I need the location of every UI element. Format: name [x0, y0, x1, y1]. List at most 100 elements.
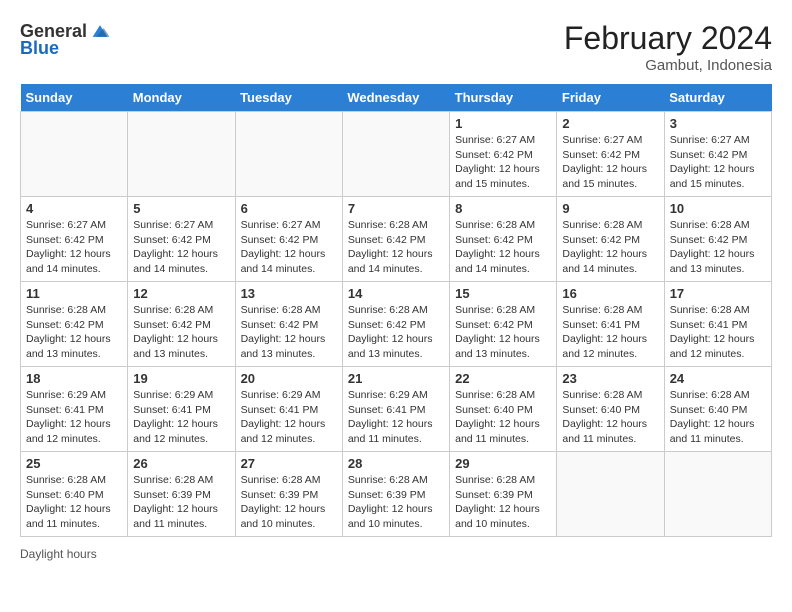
- day-number: 17: [670, 286, 766, 301]
- calendar-day-cell: 3 Sunrise: 6:27 AM Sunset: 6:42 PM Daylig…: [664, 112, 771, 197]
- calendar-day-cell: 8 Sunrise: 6:28 AM Sunset: 6:42 PM Daylig…: [450, 197, 557, 282]
- day-number: 14: [348, 286, 444, 301]
- col-header-sunday: Sunday: [21, 84, 128, 112]
- day-number: 3: [670, 116, 766, 131]
- calendar-day-cell: [664, 452, 771, 537]
- calendar-week-row: 4 Sunrise: 6:27 AM Sunset: 6:42 PM Daylig…: [21, 197, 772, 282]
- day-number: 19: [133, 371, 229, 386]
- calendar-day-cell: 15 Sunrise: 6:28 AM Sunset: 6:42 PM Dayli…: [450, 282, 557, 367]
- col-header-friday: Friday: [557, 84, 664, 112]
- day-number: 28: [348, 456, 444, 471]
- calendar-day-cell: 22 Sunrise: 6:28 AM Sunset: 6:40 PM Dayli…: [450, 367, 557, 452]
- logo-blue: Blue: [20, 38, 59, 59]
- day-number: 8: [455, 201, 551, 216]
- calendar-day-cell: 24 Sunrise: 6:28 AM Sunset: 6:40 PM Dayli…: [664, 367, 771, 452]
- day-info: Sunrise: 6:28 AM Sunset: 6:42 PM Dayligh…: [455, 218, 551, 277]
- day-number: 4: [26, 201, 122, 216]
- day-info: Sunrise: 6:28 AM Sunset: 6:40 PM Dayligh…: [670, 388, 766, 447]
- day-number: 5: [133, 201, 229, 216]
- day-info: Sunrise: 6:28 AM Sunset: 6:39 PM Dayligh…: [241, 473, 337, 532]
- day-number: 7: [348, 201, 444, 216]
- calendar-week-row: 1Sunrise: 6:27 AM Sunset: 6:42 PM Daylig…: [21, 112, 772, 197]
- calendar-day-cell: 1Sunrise: 6:27 AM Sunset: 6:42 PM Daylig…: [450, 112, 557, 197]
- col-header-thursday: Thursday: [450, 84, 557, 112]
- day-info: Sunrise: 6:27 AM Sunset: 6:42 PM Dayligh…: [26, 218, 122, 277]
- day-info: Sunrise: 6:28 AM Sunset: 6:40 PM Dayligh…: [455, 388, 551, 447]
- calendar-day-cell: 17Sunrise: 6:28 AM Sunset: 6:41 PM Dayli…: [664, 282, 771, 367]
- day-number: 22: [455, 371, 551, 386]
- logo-icon: [89, 20, 111, 42]
- day-info: Sunrise: 6:28 AM Sunset: 6:40 PM Dayligh…: [562, 388, 658, 447]
- day-info: Sunrise: 6:28 AM Sunset: 6:40 PM Dayligh…: [26, 473, 122, 532]
- calendar-day-cell: 25 Sunrise: 6:28 AM Sunset: 6:40 PM Dayli…: [21, 452, 128, 537]
- day-number: 20: [241, 371, 337, 386]
- daylight-label: Daylight hours: [20, 547, 97, 561]
- day-number: 27: [241, 456, 337, 471]
- calendar-day-cell: 16 Sunrise: 6:28 AM Sunset: 6:41 PM Dayli…: [557, 282, 664, 367]
- day-number: 23: [562, 371, 658, 386]
- day-info: Sunrise: 6:29 AM Sunset: 6:41 PM Dayligh…: [26, 388, 122, 447]
- page-header: General Blue February 2024 Gambut, Indon…: [20, 20, 772, 74]
- calendar-day-cell: 26 Sunrise: 6:28 AM Sunset: 6:39 PM Dayli…: [128, 452, 235, 537]
- calendar-day-cell: 18Sunrise: 6:29 AM Sunset: 6:41 PM Dayli…: [21, 367, 128, 452]
- calendar-day-cell: 27 Sunrise: 6:28 AM Sunset: 6:39 PM Dayli…: [235, 452, 342, 537]
- day-info: Sunrise: 6:28 AM Sunset: 6:42 PM Dayligh…: [455, 303, 551, 362]
- calendar-week-row: 11 Sunrise: 6:28 AM Sunset: 6:42 PM Dayli…: [21, 282, 772, 367]
- day-info: Sunrise: 6:28 AM Sunset: 6:39 PM Dayligh…: [348, 473, 444, 532]
- day-info: Sunrise: 6:28 AM Sunset: 6:42 PM Dayligh…: [562, 218, 658, 277]
- day-number: 24: [670, 371, 766, 386]
- day-number: 16: [562, 286, 658, 301]
- calendar-table: SundayMondayTuesdayWednesdayThursdayFrid…: [20, 84, 772, 537]
- day-info: Sunrise: 6:27 AM Sunset: 6:42 PM Dayligh…: [133, 218, 229, 277]
- title-block: February 2024 Gambut, Indonesia: [564, 20, 772, 74]
- day-number: 26: [133, 456, 229, 471]
- day-info: Sunrise: 6:28 AM Sunset: 6:42 PM Dayligh…: [348, 303, 444, 362]
- day-number: 10: [670, 201, 766, 216]
- day-info: Sunrise: 6:27 AM Sunset: 6:42 PM Dayligh…: [455, 133, 551, 192]
- day-number: 2: [562, 116, 658, 131]
- day-info: Sunrise: 6:28 AM Sunset: 6:42 PM Dayligh…: [670, 218, 766, 277]
- calendar-day-cell: 9 Sunrise: 6:28 AM Sunset: 6:42 PM Daylig…: [557, 197, 664, 282]
- day-info: Sunrise: 6:29 AM Sunset: 6:41 PM Dayligh…: [241, 388, 337, 447]
- day-info: Sunrise: 6:28 AM Sunset: 6:42 PM Dayligh…: [26, 303, 122, 362]
- day-info: Sunrise: 6:29 AM Sunset: 6:41 PM Dayligh…: [133, 388, 229, 447]
- day-info: Sunrise: 6:27 AM Sunset: 6:42 PM Dayligh…: [670, 133, 766, 192]
- col-header-saturday: Saturday: [664, 84, 771, 112]
- calendar-header-row: SundayMondayTuesdayWednesdayThursdayFrid…: [21, 84, 772, 112]
- day-info: Sunrise: 6:28 AM Sunset: 6:42 PM Dayligh…: [241, 303, 337, 362]
- day-number: 21: [348, 371, 444, 386]
- calendar-day-cell: 2 Sunrise: 6:27 AM Sunset: 6:42 PM Daylig…: [557, 112, 664, 197]
- calendar-day-cell: 11 Sunrise: 6:28 AM Sunset: 6:42 PM Dayli…: [21, 282, 128, 367]
- day-number: 13: [241, 286, 337, 301]
- footer: Daylight hours: [20, 547, 772, 561]
- day-number: 29: [455, 456, 551, 471]
- day-number: 25: [26, 456, 122, 471]
- day-info: Sunrise: 6:28 AM Sunset: 6:39 PM Dayligh…: [133, 473, 229, 532]
- calendar-day-cell: 20 Sunrise: 6:29 AM Sunset: 6:41 PM Dayli…: [235, 367, 342, 452]
- col-header-tuesday: Tuesday: [235, 84, 342, 112]
- calendar-day-cell: 5 Sunrise: 6:27 AM Sunset: 6:42 PM Daylig…: [128, 197, 235, 282]
- day-info: Sunrise: 6:27 AM Sunset: 6:42 PM Dayligh…: [562, 133, 658, 192]
- day-number: 9: [562, 201, 658, 216]
- day-info: Sunrise: 6:27 AM Sunset: 6:42 PM Dayligh…: [241, 218, 337, 277]
- calendar-location: Gambut, Indonesia: [564, 57, 772, 74]
- calendar-title: February 2024: [564, 20, 772, 57]
- col-header-monday: Monday: [128, 84, 235, 112]
- calendar-day-cell: 4 Sunrise: 6:27 AM Sunset: 6:42 PM Daylig…: [21, 197, 128, 282]
- calendar-day-cell: 10 Sunrise: 6:28 AM Sunset: 6:42 PM Dayli…: [664, 197, 771, 282]
- day-number: 11: [26, 286, 122, 301]
- day-number: 15: [455, 286, 551, 301]
- calendar-week-row: 18Sunrise: 6:29 AM Sunset: 6:41 PM Dayli…: [21, 367, 772, 452]
- col-header-wednesday: Wednesday: [342, 84, 449, 112]
- logo: General Blue: [20, 20, 111, 59]
- day-number: 6: [241, 201, 337, 216]
- calendar-day-cell: [557, 452, 664, 537]
- day-info: Sunrise: 6:28 AM Sunset: 6:42 PM Dayligh…: [348, 218, 444, 277]
- day-number: 12: [133, 286, 229, 301]
- calendar-day-cell: [342, 112, 449, 197]
- calendar-day-cell: 12Sunrise: 6:28 AM Sunset: 6:42 PM Dayli…: [128, 282, 235, 367]
- calendar-day-cell: [128, 112, 235, 197]
- calendar-day-cell: 28 Sunrise: 6:28 AM Sunset: 6:39 PM Dayli…: [342, 452, 449, 537]
- day-info: Sunrise: 6:28 AM Sunset: 6:39 PM Dayligh…: [455, 473, 551, 532]
- day-info: Sunrise: 6:28 AM Sunset: 6:41 PM Dayligh…: [562, 303, 658, 362]
